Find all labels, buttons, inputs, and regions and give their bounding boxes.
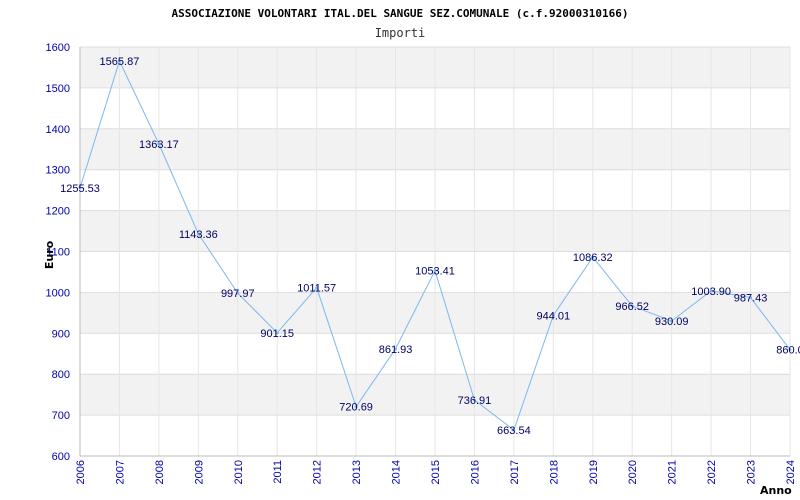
- data-label: 966.52: [615, 301, 649, 313]
- y-tick-label: 1300: [46, 165, 70, 177]
- data-label: 901.15: [260, 328, 294, 340]
- data-label: 1255.53: [60, 183, 100, 195]
- x-tick-label: 2010: [233, 460, 245, 484]
- data-label: 987.43: [734, 293, 768, 305]
- y-tick-label: 900: [52, 328, 70, 340]
- y-tick-label: 1000: [46, 287, 70, 299]
- x-tick-label: 2016: [469, 460, 481, 484]
- data-label: 736.91: [458, 395, 492, 407]
- x-tick-label: 2007: [114, 460, 126, 484]
- x-tick-label: 2017: [509, 460, 521, 484]
- data-label: 1086.32: [573, 252, 613, 264]
- data-label: 930.09: [655, 316, 689, 328]
- x-tick-label: 2023: [746, 460, 758, 484]
- x-axis-title: Anno: [760, 484, 792, 497]
- data-label: 861.93: [379, 344, 413, 356]
- data-label: 997.97: [221, 288, 255, 300]
- line-chart: 1255.53 1565.87 1363.17 1143.36 997.97 901.15…: [43, 7, 800, 497]
- x-tick-label: 2019: [588, 460, 600, 484]
- x-tick-label: 2006: [75, 460, 87, 484]
- data-label: 663.54: [497, 425, 531, 437]
- x-axis-ticks: 2006 2007 2008 2009 2010 2011 2012 2013 2014 2015…: [75, 460, 797, 484]
- y-tick-label: 800: [52, 369, 70, 381]
- data-label: 1003.90: [691, 286, 731, 298]
- x-tick-label: 2013: [351, 460, 363, 484]
- x-tick-label: 2018: [548, 460, 560, 484]
- x-tick-label: 2008: [154, 460, 166, 484]
- x-tick-label: 2021: [667, 460, 679, 484]
- y-axis-title: Euro: [43, 240, 56, 269]
- x-tick-label: 2011: [272, 460, 284, 484]
- data-label: 1053.41: [415, 266, 455, 278]
- x-tick-label: 2024: [785, 460, 797, 484]
- chart-subtitle: Importi: [375, 26, 426, 40]
- x-tick-label: 2012: [312, 460, 324, 484]
- data-label: 860.0: [776, 345, 800, 357]
- x-tick-label: 2015: [430, 460, 442, 484]
- x-tick-label: 2022: [706, 460, 718, 484]
- y-tick-label: 1500: [46, 83, 70, 95]
- y-tick-label: 700: [52, 410, 70, 422]
- x-tick-label: 2020: [627, 460, 639, 484]
- x-tick-label: 2009: [193, 460, 205, 484]
- data-label: 1363.17: [139, 139, 179, 151]
- data-label: 1143.36: [179, 229, 218, 241]
- y-tick-label: 1200: [46, 206, 70, 218]
- data-label: 944.01: [537, 310, 571, 322]
- y-tick-label: 1400: [46, 124, 70, 136]
- y-tick-label: 1600: [46, 42, 70, 54]
- y-tick-label: 600: [52, 451, 70, 463]
- data-label: 720.69: [339, 402, 373, 414]
- data-label: 1011.57: [297, 283, 336, 295]
- x-tick-label: 2014: [391, 460, 403, 484]
- chart-title: ASSOCIAZIONE VOLONTARI ITAL.DEL SANGUE S…: [172, 7, 629, 20]
- data-label: 1565.87: [100, 56, 140, 68]
